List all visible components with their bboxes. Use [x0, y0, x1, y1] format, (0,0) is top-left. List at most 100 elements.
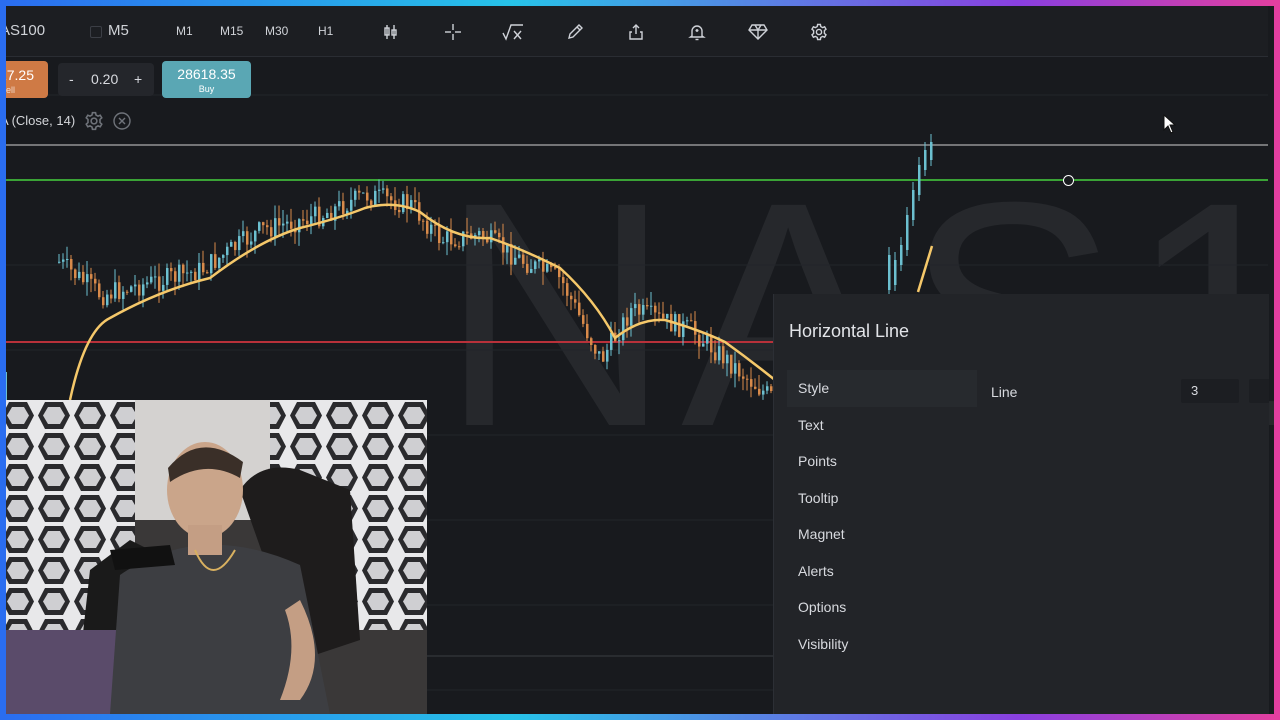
alert-bell-icon[interactable]	[682, 6, 712, 56]
candle-body	[758, 388, 761, 395]
nav-tooltip[interactable]: Tooltip	[787, 480, 977, 517]
candle-body	[142, 284, 145, 296]
mouse-cursor-icon	[1163, 114, 1177, 134]
candle-body	[518, 254, 521, 258]
nav-magnet[interactable]: Magnet	[787, 516, 977, 553]
candle-body	[214, 254, 217, 268]
candle-body	[630, 308, 633, 326]
quantity-decrease-button[interactable]: -	[69, 71, 74, 87]
candle-body	[522, 254, 525, 264]
timeframe-m15[interactable]: M15	[220, 6, 243, 56]
sell-button[interactable]: 17.25 Sell	[0, 61, 48, 98]
candle-body	[374, 190, 377, 205]
candle-body	[606, 349, 609, 362]
candle-body	[766, 386, 769, 391]
candle-body	[638, 304, 641, 315]
candle-body	[498, 232, 501, 238]
candle-body	[686, 320, 689, 322]
sell-price: 17.25	[0, 67, 34, 83]
candle-body	[182, 264, 185, 274]
candle-body	[430, 224, 433, 234]
candle-body	[924, 150, 927, 170]
nav-style[interactable]: Style	[787, 370, 977, 407]
candle-body	[166, 268, 169, 285]
candle-body	[726, 354, 729, 364]
candle-body	[454, 244, 457, 247]
candle-body	[250, 241, 253, 245]
candle-body	[586, 323, 589, 339]
moving-average-line	[68, 203, 776, 401]
quantity-value[interactable]: 0.20	[91, 71, 118, 87]
quantity-stepper: - 0.20 +	[58, 63, 154, 96]
candle-body	[366, 192, 369, 201]
candle-body	[594, 345, 597, 354]
candle-body	[514, 257, 517, 265]
indicator-settings-gear-icon[interactable]	[84, 111, 104, 131]
pencil-icon[interactable]	[560, 6, 590, 56]
candle-body	[730, 354, 733, 374]
candle-body	[202, 262, 205, 273]
candle-body	[566, 283, 569, 296]
line-width-input[interactable]: 3	[1181, 379, 1239, 403]
candle-body	[426, 220, 429, 234]
candle-body	[494, 230, 497, 233]
candle-body	[598, 351, 601, 354]
symbol-name[interactable]: AS100	[0, 6, 45, 56]
formula-icon[interactable]	[498, 6, 528, 56]
nav-alerts[interactable]: Alerts	[787, 553, 977, 590]
candle-body	[282, 223, 285, 226]
indicator-legend-label: A (Close, 14)	[0, 113, 76, 128]
timeframe-active[interactable]: M5	[108, 6, 129, 56]
candle-body	[894, 260, 897, 285]
candle-body	[174, 271, 177, 282]
candle-body	[326, 212, 329, 219]
candle-body	[762, 390, 765, 395]
candle-body	[918, 165, 921, 195]
candle-body	[78, 271, 81, 279]
diamond-icon[interactable]	[743, 6, 773, 56]
candle-body	[698, 334, 701, 347]
candle-body	[906, 215, 909, 250]
candle-body	[238, 236, 241, 251]
candle-body	[102, 297, 105, 306]
horizontal-line-handle[interactable]	[1063, 175, 1074, 186]
candle-body	[654, 305, 657, 313]
nav-options[interactable]: Options	[787, 589, 977, 626]
share-icon[interactable]	[621, 6, 651, 56]
candle-body	[650, 305, 653, 307]
candle-body	[170, 268, 173, 272]
candle-body	[290, 221, 293, 229]
candle-body	[750, 379, 753, 387]
candle-body	[642, 305, 645, 315]
candle-body	[194, 271, 197, 281]
nav-text[interactable]: Text	[787, 407, 977, 444]
crosshair-icon[interactable]	[438, 6, 468, 56]
gear-icon[interactable]	[804, 6, 834, 56]
line-color-swatch[interactable]	[1249, 379, 1269, 403]
candle-body	[262, 222, 265, 226]
timeframe-m1[interactable]: M1	[176, 6, 193, 56]
quantity-increase-button[interactable]: +	[134, 71, 142, 87]
indicator-remove-close-icon[interactable]	[112, 111, 132, 131]
candle-body	[434, 224, 437, 226]
buy-button[interactable]: 28618.35 Buy	[162, 61, 251, 98]
candle-body	[582, 315, 585, 324]
candle-body	[234, 242, 237, 251]
buy-label: Buy	[198, 84, 215, 94]
candle-body	[74, 269, 77, 279]
candle-body	[314, 206, 317, 217]
horizontal-line-settings-panel: Horizontal Line Style Text Points Toolti…	[773, 294, 1269, 714]
panel-title: Horizontal Line	[789, 321, 910, 341]
candle-body	[590, 338, 593, 346]
candle-body	[578, 302, 581, 316]
timeframe-m30[interactable]: M30	[265, 6, 288, 56]
candle-body	[694, 321, 697, 335]
timeframe-checkbox-icon[interactable]	[90, 26, 102, 38]
timeframe-h1[interactable]: H1	[318, 6, 333, 56]
candle-body	[746, 378, 749, 380]
nav-visibility[interactable]: Visibility	[787, 626, 977, 663]
candle-body	[458, 246, 461, 248]
nav-points[interactable]: Points	[787, 443, 977, 480]
candle-body	[186, 272, 189, 274]
indicator-icon[interactable]	[376, 6, 406, 56]
